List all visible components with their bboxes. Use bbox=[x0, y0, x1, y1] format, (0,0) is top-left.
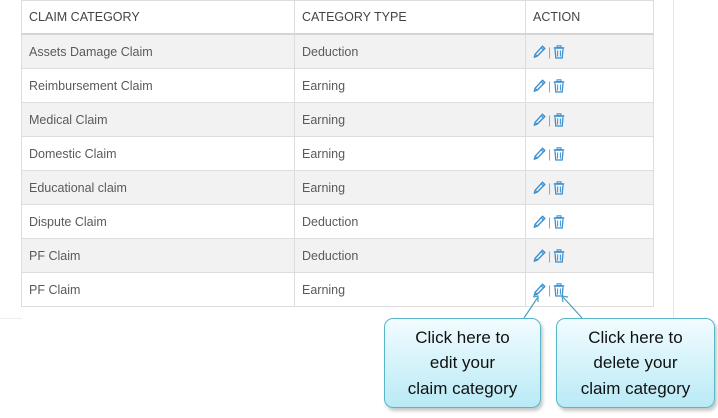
action-cell: | bbox=[525, 238, 654, 273]
claim-category-cell: PF Claim bbox=[21, 272, 295, 307]
action-cell: | bbox=[525, 33, 654, 69]
action-cell: | bbox=[525, 102, 654, 137]
table-row: Medical Claim Earning | bbox=[21, 102, 654, 137]
table-row: Assets Damage Claim Deduction | bbox=[21, 33, 654, 69]
pencil-icon[interactable] bbox=[533, 79, 546, 93]
table-row: PF Claim Earning | bbox=[21, 272, 654, 307]
claim-category-cell: Educational claim bbox=[21, 170, 295, 205]
action-separator: | bbox=[548, 248, 552, 263]
category-type-cell: Earning bbox=[294, 102, 526, 137]
trash-icon[interactable] bbox=[553, 146, 566, 161]
trash-icon[interactable] bbox=[553, 214, 566, 229]
action-cell: | bbox=[525, 204, 654, 239]
panel-border bbox=[673, 0, 674, 318]
trash-icon[interactable] bbox=[553, 44, 566, 59]
trash-icon[interactable] bbox=[553, 282, 566, 297]
trash-icon[interactable] bbox=[553, 248, 566, 263]
table-row: Reimbursement Claim Earning | bbox=[21, 68, 654, 103]
category-type-cell: Earning bbox=[294, 68, 526, 103]
action-separator: | bbox=[548, 146, 552, 161]
pencil-icon[interactable] bbox=[533, 249, 546, 263]
table-row: Dispute Claim Deduction | bbox=[21, 204, 654, 239]
table-row: Domestic Claim Earning | bbox=[21, 136, 654, 171]
action-separator: | bbox=[548, 282, 552, 297]
action-cell: | bbox=[525, 68, 654, 103]
pencil-icon[interactable] bbox=[533, 181, 546, 195]
category-type-cell: Deduction bbox=[294, 238, 526, 273]
action-separator: | bbox=[548, 180, 552, 195]
action-cell: | bbox=[525, 136, 654, 171]
action-separator: | bbox=[548, 214, 552, 229]
category-type-cell: Earning bbox=[294, 272, 526, 307]
action-cell: | bbox=[525, 170, 654, 205]
claim-category-cell: PF Claim bbox=[21, 238, 295, 273]
table-row: Educational claim Earning | bbox=[21, 170, 654, 205]
action-separator: | bbox=[548, 112, 552, 127]
category-type-cell: Deduction bbox=[294, 204, 526, 239]
panel-divider bbox=[0, 318, 22, 319]
category-type-cell: Deduction bbox=[294, 33, 526, 69]
edit-tooltip-callout: Click here to edit your claim category bbox=[384, 318, 541, 408]
claim-category-cell: Assets Damage Claim bbox=[21, 33, 295, 69]
column-header-claim-category[interactable]: CLAIM CATEGORY bbox=[21, 0, 295, 35]
delete-tooltip-callout: Click here to delete your claim category bbox=[556, 318, 715, 408]
category-type-cell: Earning bbox=[294, 136, 526, 171]
pencil-icon[interactable] bbox=[533, 45, 546, 59]
claim-category-cell: Dispute Claim bbox=[21, 204, 295, 239]
claim-category-table: CLAIM CATEGORY CATEGORY TYPE ACTION Asse… bbox=[21, 0, 654, 307]
pencil-icon[interactable] bbox=[533, 283, 546, 297]
column-header-category-type[interactable]: CATEGORY TYPE bbox=[294, 0, 526, 35]
action-cell: | bbox=[525, 272, 654, 307]
claim-category-cell: Medical Claim bbox=[21, 102, 295, 137]
pencil-icon[interactable] bbox=[533, 113, 546, 127]
trash-icon[interactable] bbox=[553, 180, 566, 195]
column-header-action: ACTION bbox=[525, 0, 654, 35]
category-type-cell: Earning bbox=[294, 170, 526, 205]
table-header-row: CLAIM CATEGORY CATEGORY TYPE ACTION bbox=[21, 0, 654, 35]
action-separator: | bbox=[548, 78, 552, 93]
claim-category-cell: Domestic Claim bbox=[21, 136, 295, 171]
pencil-icon[interactable] bbox=[533, 147, 546, 161]
table-row: PF Claim Deduction | bbox=[21, 238, 654, 273]
trash-icon[interactable] bbox=[553, 112, 566, 127]
trash-icon[interactable] bbox=[553, 78, 566, 93]
action-separator: | bbox=[548, 44, 552, 59]
pencil-icon[interactable] bbox=[533, 215, 546, 229]
claim-category-cell: Reimbursement Claim bbox=[21, 68, 295, 103]
